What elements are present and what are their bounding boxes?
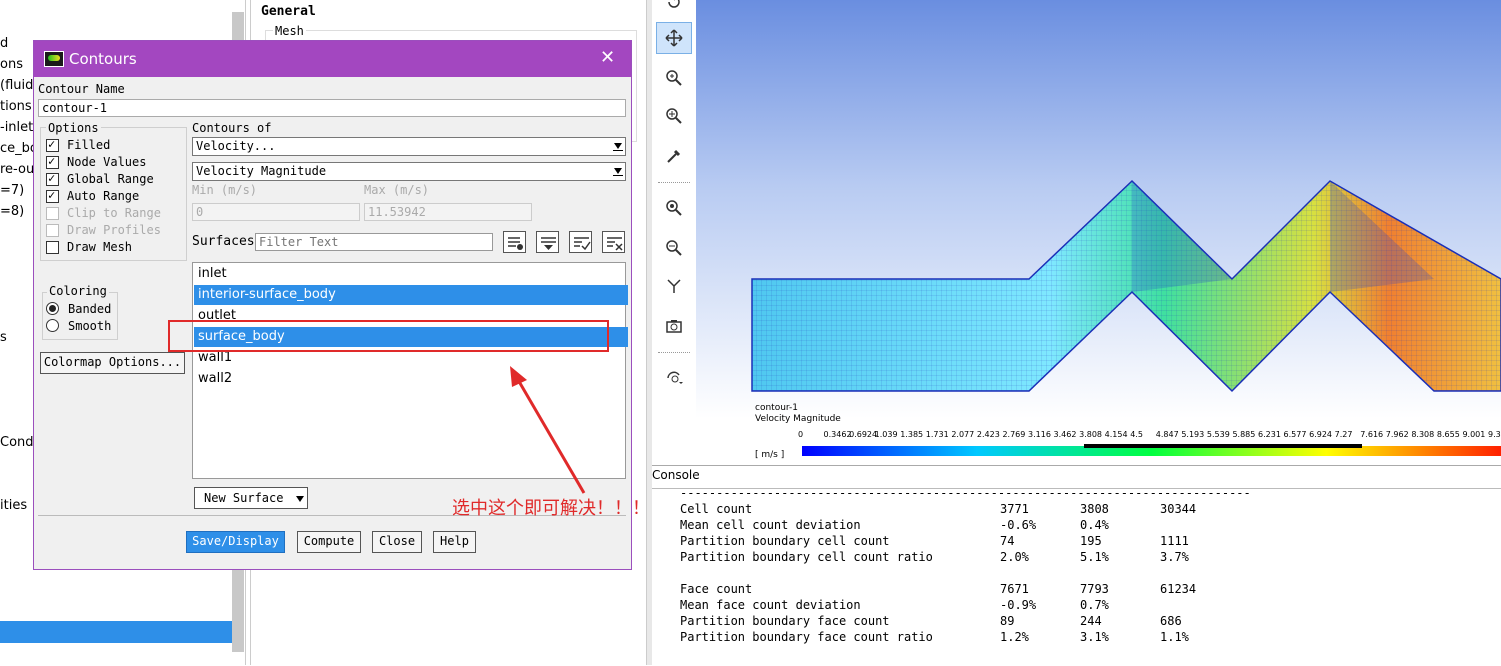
annotation-arrow: [510, 366, 586, 494]
annotation-text: 选中这个即可解决！！！: [452, 498, 650, 519]
